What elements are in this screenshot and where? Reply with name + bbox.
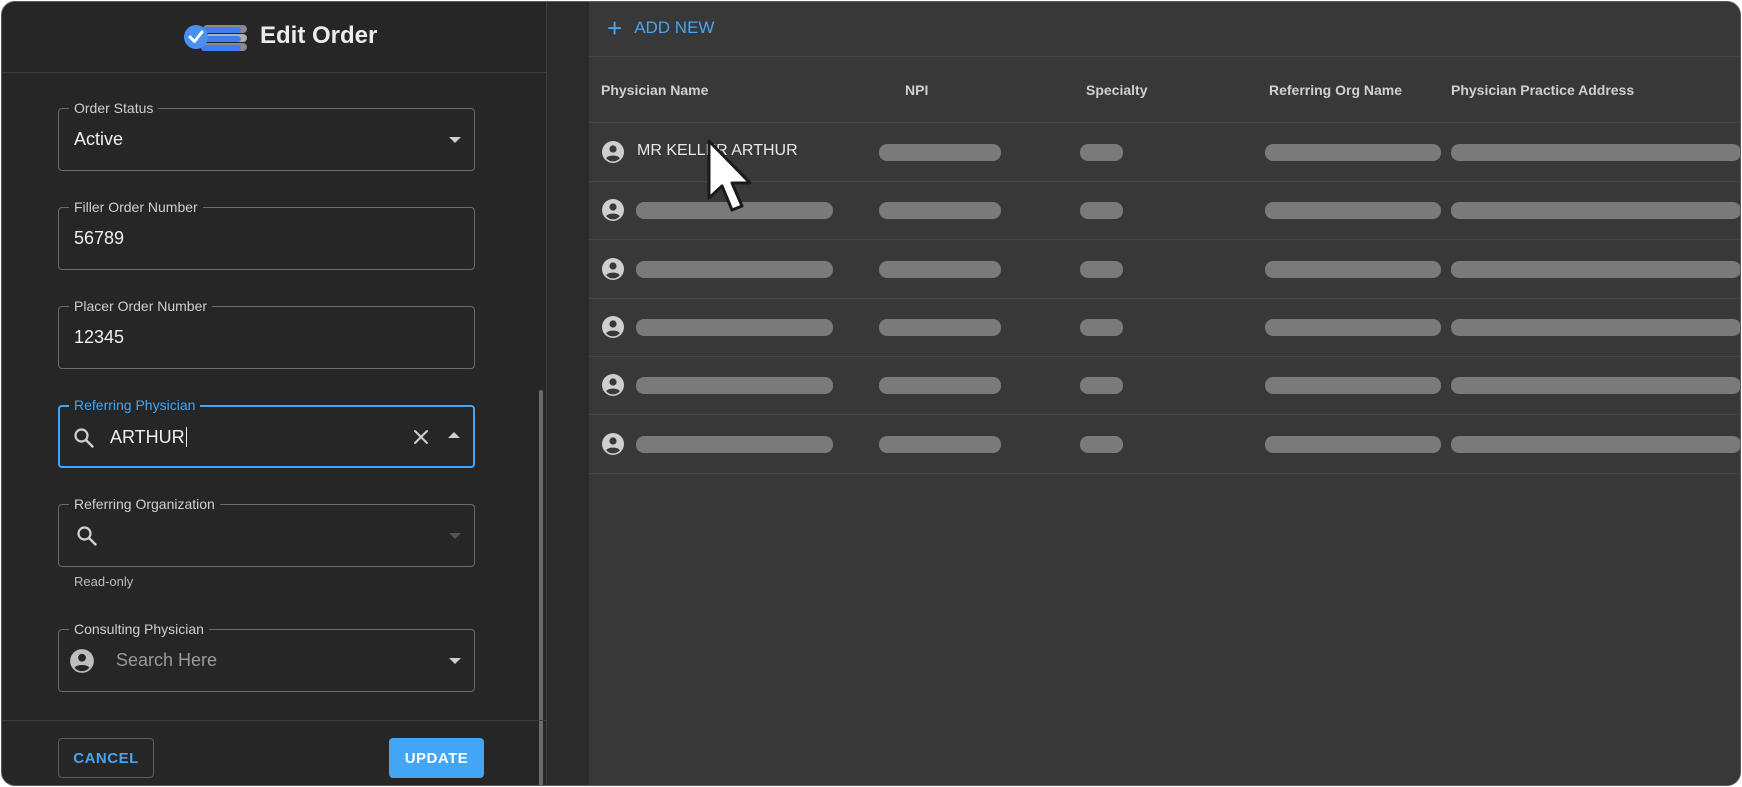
app-window: Edit Order Order Status Active Filler Or… [1,1,1741,786]
search-icon [77,526,97,546]
person-icon [601,315,625,339]
filler-order-number-value: 56789 [74,228,125,248]
filler-order-number-label: Filler Order Number [69,199,203,215]
update-button[interactable]: UPDATE [389,738,484,778]
backdrop-strip [548,2,588,785]
org-skeleton [1265,144,1441,161]
text-cursor [185,427,187,447]
person-icon [601,198,625,222]
chevron-down-icon[interactable] [449,658,461,664]
org-skeleton [1265,261,1441,278]
npi-skeleton [879,261,1001,278]
specialty-skeleton [1080,202,1123,219]
placer-order-number-field[interactable]: Placer Order Number 12345 [58,298,475,369]
referring-physician-label: Referring Physician [69,397,201,413]
physician-list-panel: + ADD NEW Physician Name NPI Specialty R… [588,2,1740,785]
name-skeleton [636,377,833,394]
consulting-physician-label: Consulting Physician [69,621,209,637]
person-icon [601,373,625,397]
name-skeleton [636,319,833,336]
table-row[interactable] [589,182,1740,240]
address-skeleton [1451,144,1740,161]
specialty-skeleton [1080,377,1123,394]
person-icon [70,649,94,673]
referring-organization-autocomplete[interactable]: Referring Organization [58,496,475,567]
column-header-practice-address[interactable]: Physician Practice Address [1451,82,1634,98]
referring-physician-value: ARTHUR [110,427,185,447]
table-row[interactable] [589,299,1740,357]
chevron-down-icon[interactable] [449,137,461,143]
placer-order-number-label: Placer Order Number [69,298,213,314]
npi-skeleton [879,377,1001,394]
order-status-label: Order Status [69,100,159,116]
referring-physician-autocomplete[interactable]: Referring Physician ARTHUR [58,397,475,468]
address-skeleton [1451,436,1740,453]
clear-icon[interactable] [409,425,433,449]
table-row[interactable] [589,241,1740,299]
search-icon [74,428,94,448]
person-icon [601,257,625,281]
npi-skeleton [879,319,1001,336]
address-skeleton [1451,377,1740,394]
chevron-up-icon[interactable] [448,432,460,438]
org-skeleton [1265,436,1441,453]
add-new-label: ADD NEW [634,18,715,37]
specialty-skeleton [1080,144,1123,161]
table-row[interactable] [589,357,1740,415]
specialty-skeleton [1080,436,1123,453]
name-skeleton [636,261,833,278]
org-skeleton [1265,377,1441,394]
table-row[interactable] [589,416,1740,474]
add-new-button[interactable]: + ADD NEW [607,13,715,43]
edit-order-dialog: Edit Order Order Status Active Filler Or… [2,2,547,785]
consulting-physician-autocomplete[interactable]: Consulting Physician Search Here [58,621,475,692]
logo-icon [184,25,247,51]
column-header-physician-name[interactable]: Physician Name [601,82,708,98]
table-header: Physician Name NPI Specialty Referring O… [589,58,1740,123]
chevron-down-icon [449,533,461,539]
address-skeleton [1451,202,1740,219]
consulting-physician-placeholder: Search Here [116,650,218,670]
dialog-title: Edit Order [260,22,378,49]
person-icon [601,140,625,164]
dialog-footer: CANCEL UPDATE [2,720,547,785]
table-row[interactable]: MR KELLER ARTHUR [589,124,1740,182]
filler-order-number-field[interactable]: Filler Order Number 56789 [58,199,475,270]
specialty-skeleton [1080,319,1123,336]
order-status-value: Active [74,129,124,149]
address-skeleton [1451,261,1740,278]
cancel-button[interactable]: CANCEL [58,738,154,778]
plus-icon: + [607,13,623,43]
npi-skeleton [879,202,1001,219]
person-icon [601,432,625,456]
dialog-header: Edit Order [2,2,547,73]
org-skeleton [1265,202,1441,219]
order-status-select[interactable]: Order Status Active [58,100,475,171]
column-header-referring-org-name[interactable]: Referring Org Name [1269,82,1402,98]
org-skeleton [1265,319,1441,336]
panel-toolbar: + ADD NEW [589,2,1740,57]
column-header-npi[interactable]: NPI [905,82,928,98]
npi-skeleton [879,144,1001,161]
dialog-body: Order Status Active Filler Order Number … [2,74,547,785]
mouse-pointer-icon [707,139,752,212]
npi-skeleton [879,436,1001,453]
specialty-skeleton [1080,261,1123,278]
column-header-specialty[interactable]: Specialty [1086,82,1147,98]
referring-organization-label: Referring Organization [69,496,220,512]
name-skeleton [636,436,833,453]
referring-physician-input[interactable]: ARTHUR [110,427,187,448]
address-skeleton [1451,319,1740,336]
referring-organization-helper: Read-only [74,574,134,589]
placer-order-number-value: 12345 [74,327,125,347]
